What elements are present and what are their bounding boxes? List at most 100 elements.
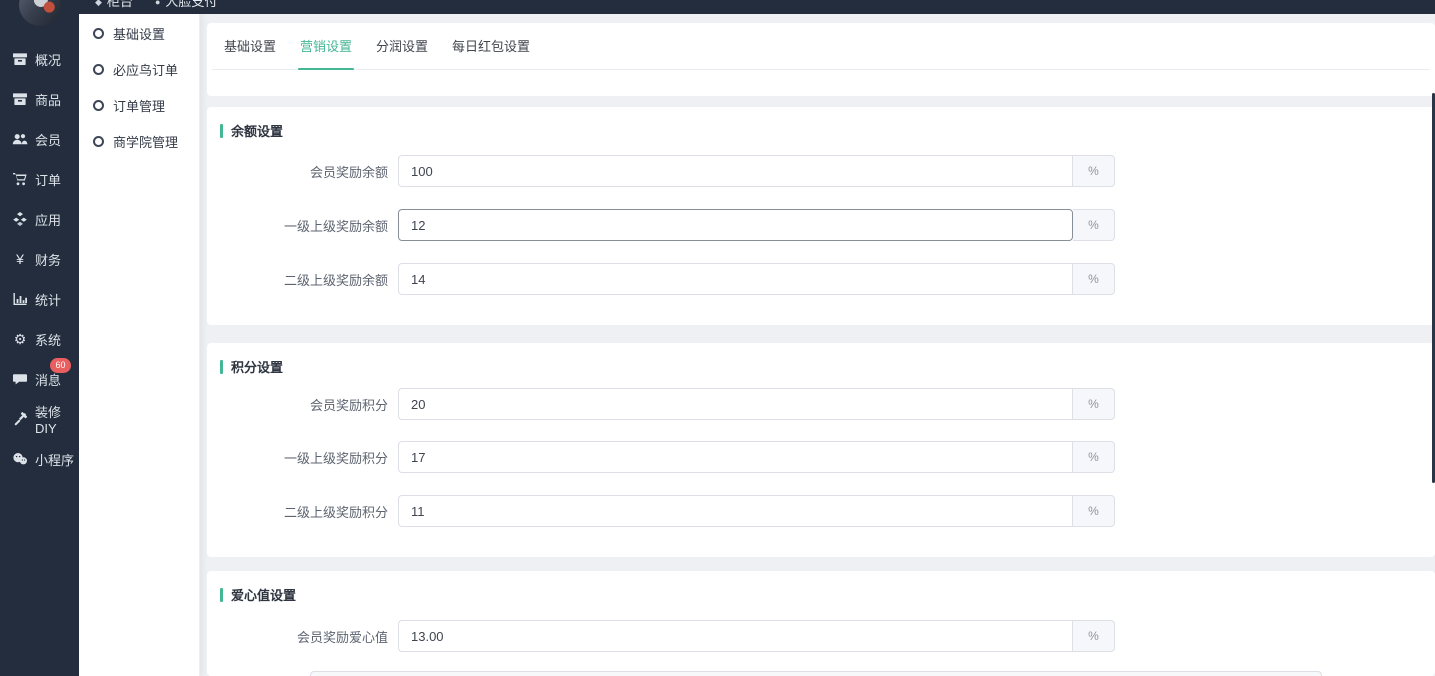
- section-title-bar: [220, 124, 223, 138]
- message-bubble-icon: [12, 371, 28, 387]
- field-row: 一级上级奖励积分 %: [207, 441, 1435, 473]
- top-bar-menu: ◆ 柜台 ● 人脸支付: [95, 0, 217, 13]
- face-pay-icon: ●: [155, 0, 160, 13]
- level2-reward-balance-input[interactable]: [398, 263, 1073, 295]
- member-reward-points-input[interactable]: [398, 388, 1073, 420]
- sidebar-item-label: 统计: [35, 290, 61, 309]
- main-nav: 概况 商品 会员 订单 应用 ¥ 财务 统计 ⚙ 系统: [0, 39, 79, 479]
- overview-archive-icon: [12, 51, 28, 67]
- sidebar-item-finance[interactable]: ¥ 财务: [0, 239, 79, 279]
- points-settings-section: 积分设置 会员奖励积分 % 一级上级奖励积分 % 二级上级奖励积分 %: [207, 343, 1435, 557]
- level1-reward-balance-input[interactable]: [398, 209, 1073, 241]
- diy-gavel-icon: [12, 411, 28, 427]
- apps-cubes-icon: [12, 211, 28, 227]
- percent-addon: %: [1073, 495, 1115, 527]
- field-row: 会员奖励积分 %: [207, 388, 1435, 420]
- sidebar-item-messages[interactable]: 消息 60: [0, 359, 79, 399]
- user-avatar[interactable]: [19, 0, 61, 26]
- field-label: 二级上级奖励积分: [207, 502, 388, 521]
- sidebar-item-miniprogram[interactable]: 小程序: [0, 439, 79, 479]
- circle-icon: [93, 100, 104, 111]
- sidebar-item-label: 会员: [35, 130, 61, 149]
- finance-yen-icon: ¥: [12, 251, 28, 267]
- topbar-item-label: 人脸支付: [165, 0, 217, 13]
- level2-reward-points-input[interactable]: [398, 495, 1073, 527]
- sub-sidebar: 基础设置 必应鸟订单 订单管理 商学院管理: [79, 14, 200, 676]
- field-row: 一级上级奖励余额 %: [207, 209, 1435, 241]
- sidebar-item-orders[interactable]: 订单: [0, 159, 79, 199]
- system-gears-icon: ⚙: [12, 331, 28, 347]
- sidebar-item-apps[interactable]: 应用: [0, 199, 79, 239]
- sidebar-item-overview[interactable]: 概况: [0, 39, 79, 79]
- main-sidebar: 概况 商品 会员 订单 应用 ¥ 财务 统计 ⚙ 系统: [0, 0, 79, 676]
- submenu-item-bird-orders[interactable]: 必应鸟订单: [79, 51, 199, 87]
- submenu-item-label: 基础设置: [113, 24, 165, 43]
- balance-settings-section: 余额设置 会员奖励余额 % 一级上级奖励余额 % 二级上级奖励余额 %: [207, 107, 1435, 325]
- section-title: 爱心值设置: [220, 585, 296, 604]
- tab-basic-settings[interactable]: 基础设置: [212, 36, 288, 69]
- love-value-settings-section: 爱心值设置 会员奖励爱心值 %: [207, 571, 1435, 676]
- topbar-item-counter[interactable]: ◆ 柜台: [95, 0, 133, 13]
- field-label: 会员奖励余额: [207, 162, 388, 181]
- submenu-item-label: 商学院管理: [113, 132, 178, 151]
- sidebar-item-label: 财务: [35, 250, 61, 269]
- submenu-item-label: 必应鸟订单: [113, 60, 178, 79]
- sidebar-item-label: 应用: [35, 210, 61, 229]
- field-label: 一级上级奖励积分: [207, 448, 388, 467]
- messages-count-badge: 60: [50, 358, 71, 373]
- level1-reward-points-input[interactable]: [398, 441, 1073, 473]
- percent-addon: %: [1073, 620, 1115, 652]
- sidebar-item-products[interactable]: 商品: [0, 79, 79, 119]
- tab-profit-settings[interactable]: 分润设置: [364, 36, 440, 69]
- topbar-item-label: 柜台: [107, 0, 133, 13]
- settings-tabs: 基础设置 营销设置 分润设置 每日红包设置: [212, 23, 1430, 70]
- member-reward-balance-input[interactable]: [398, 155, 1073, 187]
- field-row: 会员奖励余额 %: [207, 155, 1435, 187]
- section-title: 余额设置: [220, 121, 283, 140]
- sidebar-item-stats[interactable]: 统计: [0, 279, 79, 319]
- tab-marketing-settings[interactable]: 营销设置: [288, 36, 364, 69]
- circle-icon: [93, 136, 104, 147]
- settings-tabs-card: 基础设置 营销设置 分润设置 每日红包设置: [207, 23, 1435, 96]
- member-reward-love-input[interactable]: [398, 620, 1073, 652]
- submenu-item-order-management[interactable]: 订单管理: [79, 87, 199, 123]
- percent-addon: %: [1073, 263, 1115, 295]
- sidebar-item-label: 商品: [35, 90, 61, 109]
- submenu-item-business-school[interactable]: 商学院管理: [79, 123, 199, 159]
- section-title-text: 积分设置: [231, 357, 283, 376]
- sidebar-item-label: 系统: [35, 330, 61, 349]
- next-field-input-partial[interactable]: [310, 671, 1322, 676]
- topbar-item-face-pay[interactable]: ● 人脸支付: [155, 0, 217, 13]
- sidebar-item-members[interactable]: 会员: [0, 119, 79, 159]
- percent-addon: %: [1073, 388, 1115, 420]
- section-title-text: 爱心值设置: [231, 585, 296, 604]
- field-row: 二级上级奖励积分 %: [207, 495, 1435, 527]
- field-row: 二级上级奖励余额 %: [207, 263, 1435, 295]
- product-box-icon: [12, 91, 28, 107]
- submenu-item-basic-settings[interactable]: 基础设置: [79, 15, 199, 51]
- orders-cart-icon: [12, 171, 28, 187]
- field-label: 会员奖励爱心值: [207, 627, 388, 646]
- tab-daily-redpacket-settings[interactable]: 每日红包设置: [440, 36, 542, 69]
- field-label: 一级上级奖励余额: [207, 216, 388, 235]
- sidebar-item-label: 小程序: [35, 450, 74, 469]
- top-bar: ◆ 柜台 ● 人脸支付: [0, 0, 1435, 14]
- stats-chart-icon: [12, 291, 28, 307]
- sidebar-item-decoration-diy[interactable]: 装修DIY: [0, 399, 79, 439]
- miniprogram-wechat-icon: [12, 451, 28, 467]
- submenu-item-label: 订单管理: [113, 96, 165, 115]
- section-title-text: 余额设置: [231, 121, 283, 140]
- circle-icon: [93, 64, 104, 75]
- sidebar-item-label: 订单: [35, 170, 61, 189]
- section-title-bar: [220, 588, 223, 602]
- counter-icon: ◆: [95, 0, 102, 13]
- percent-addon: %: [1073, 209, 1115, 241]
- section-title-bar: [220, 360, 223, 374]
- sidebar-item-label: 概况: [35, 50, 61, 69]
- field-row: 会员奖励爱心值 %: [207, 620, 1435, 652]
- members-users-icon: [12, 131, 28, 147]
- field-label: 二级上级奖励余额: [207, 270, 388, 289]
- sidebar-item-label: 装修DIY: [35, 402, 79, 436]
- sidebar-item-system[interactable]: ⚙ 系统: [0, 319, 79, 359]
- percent-addon: %: [1073, 441, 1115, 473]
